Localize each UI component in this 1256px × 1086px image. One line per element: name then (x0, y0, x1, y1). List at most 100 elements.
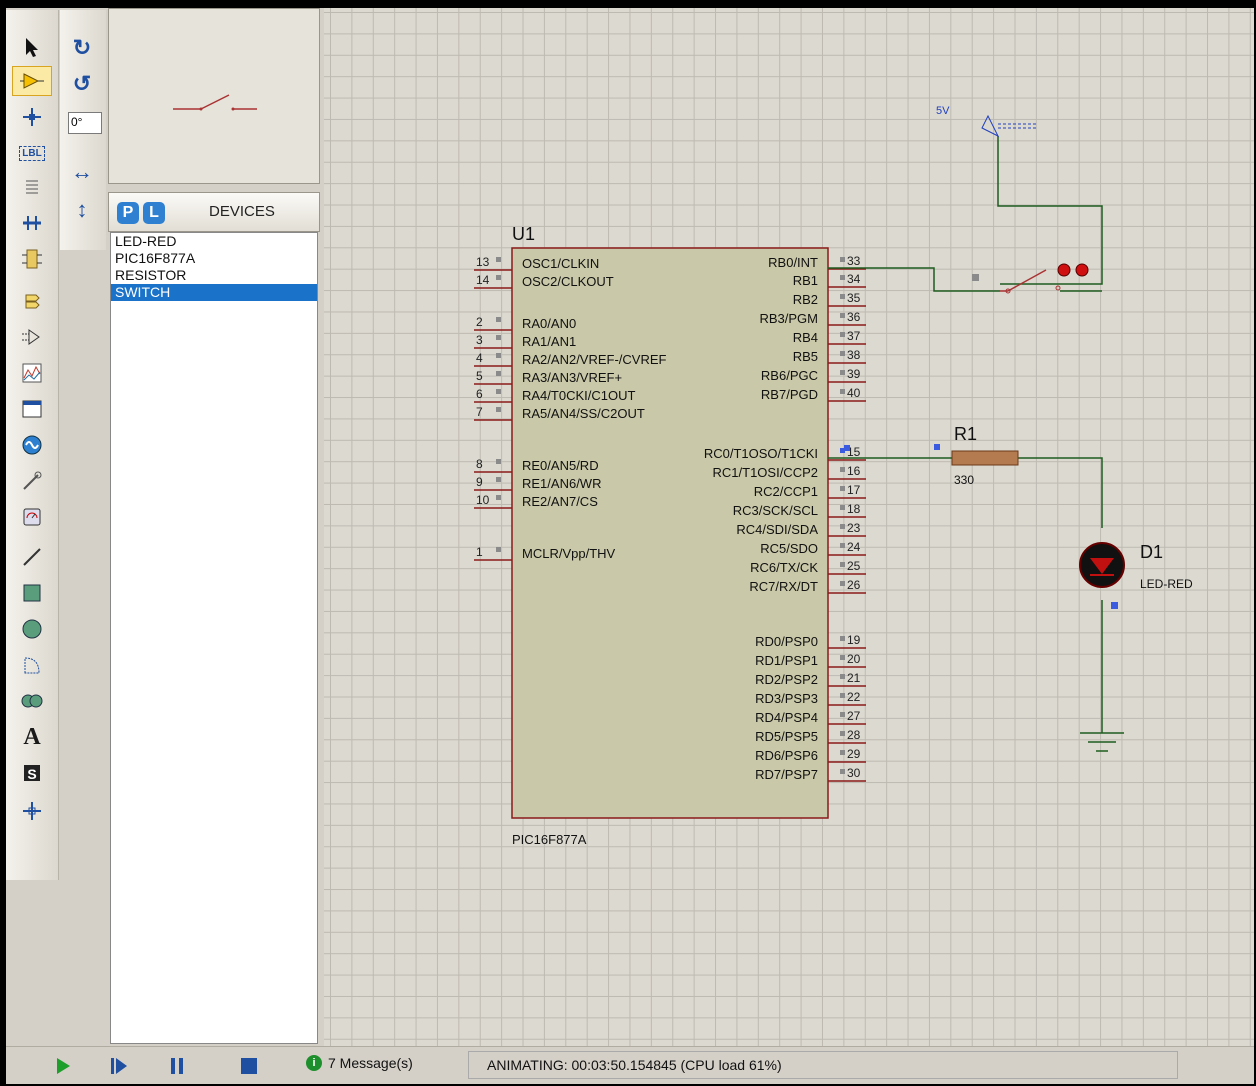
mcu-pin-right[interactable]: 24 RC5/SDO (760, 540, 866, 556)
mcu-pin-left[interactable]: 7 RA5/AN4/SS/C2OUT (474, 405, 645, 421)
mcu-pin-left[interactable]: 3 RA1/AN1 (474, 333, 576, 349)
mcu-pin-right[interactable]: 34 RB1 (793, 272, 866, 288)
mcu-pin-right[interactable]: 27 RD4/PSP4 (755, 709, 866, 725)
pick-devices-button[interactable]: P (117, 202, 139, 224)
circle-icon[interactable] (12, 614, 52, 644)
mcu-pin-right[interactable]: 17 RC2/CCP1 (754, 483, 866, 499)
mcu-pin-left[interactable]: 5 RA3/AN3/VREF+ (474, 369, 622, 385)
mcu-pin-right[interactable]: 21 RD2/PSP2 (755, 671, 866, 687)
mirror-vertical-icon[interactable]: ↕ (64, 194, 100, 226)
mcu-pin-left[interactable]: 13 OSC1/CLKIN (474, 255, 599, 271)
pin-name: RC6/TX/CK (750, 560, 818, 575)
rotate-anticlockwise-icon[interactable]: ↺ (64, 68, 100, 100)
component-icon[interactable] (12, 66, 52, 96)
mcu-pin-right[interactable]: 30 RD7/PSP7 (755, 766, 866, 782)
stop-button[interactable] (234, 1053, 264, 1079)
power-terminal[interactable]: 5V (936, 105, 1038, 138)
device-selector-header: P L DEVICES (108, 192, 320, 232)
messages-count: 7 Message(s) (328, 1055, 413, 1071)
led-d1[interactable]: D1 LED-RED (1079, 542, 1193, 609)
list-item[interactable]: LED-RED (111, 233, 317, 250)
orientation-toolbar: ↻ ↺ 0° ↔ ↕ (60, 10, 106, 250)
pin-name: RD2/PSP2 (755, 672, 818, 687)
pause-button[interactable] (162, 1053, 192, 1079)
virtual-instrument-icon[interactable] (12, 502, 52, 532)
mcu-pin-right[interactable]: 18 RC3/SCK/SCL (733, 502, 866, 518)
switch-component[interactable] (972, 263, 1102, 294)
mcu-pin-right[interactable]: 23 RC4/SDI/SDA (736, 521, 866, 537)
mcu-pin-right[interactable]: 25 RC6/TX/CK (750, 559, 866, 575)
mcu-pin-left[interactable]: 6 RA4/T0CKI/C1OUT (474, 387, 635, 403)
list-item[interactable]: SWITCH (111, 284, 317, 301)
mcu-pin-left[interactable]: 9 RE1/AN6/WR (474, 475, 601, 491)
mcu-pin-left[interactable]: 14 OSC2/CLKOUT (474, 273, 614, 289)
proteus-window: LBL A S ↻ ↺ 0° ↔ ↕ P L DEVICES LED-RED P… (6, 8, 1254, 1084)
tape-recorder-icon[interactable] (12, 394, 52, 424)
pin-number: 35 (847, 291, 861, 305)
pin-name: RC1/T1OSI/CCP2 (713, 465, 818, 480)
pin-number: 5 (476, 369, 483, 383)
box-icon[interactable] (12, 578, 52, 608)
pin-name: OSC2/CLKOUT (522, 274, 614, 289)
pin-name: RD3/PSP3 (755, 691, 818, 706)
pin-name: RA4/T0CKI/C1OUT (522, 388, 635, 403)
devices-list[interactable]: LED-RED PIC16F877A RESISTOR SWITCH (110, 232, 318, 1044)
pin-number: 23 (847, 521, 861, 535)
symbol-icon[interactable]: S (12, 758, 52, 788)
label-icon[interactable]: LBL (12, 138, 52, 168)
ground-symbol[interactable] (1080, 732, 1124, 752)
mcu-pin-left[interactable]: 10 RE2/AN7/CS (474, 493, 598, 509)
pin-name: RB3/PGM (759, 311, 818, 326)
play-button[interactable] (48, 1053, 78, 1079)
mcu-pin-right[interactable]: 35 RB2 (793, 291, 866, 307)
mcu-pin-right[interactable]: 28 RD5/PSP5 (755, 728, 866, 744)
voltage-probe-icon[interactable] (12, 466, 52, 496)
list-item[interactable]: RESISTOR (111, 267, 317, 284)
pin-icon[interactable] (12, 322, 52, 352)
list-item[interactable]: PIC16F877A (111, 250, 317, 267)
mcu-pin-left[interactable]: 2 RA0/AN0 (474, 315, 576, 331)
mcu-pin-right[interactable]: 29 RD6/PSP6 (755, 747, 866, 763)
text-script-icon[interactable] (12, 172, 52, 202)
selection-icon[interactable] (12, 32, 52, 62)
schematic-canvas[interactable]: U1 PIC16F877A 13 OSC1/CLKIN 14 OSC2/CLKOUT 2… (324, 8, 1254, 1046)
arc-icon[interactable] (12, 650, 52, 680)
mcu-pin-left[interactable]: 1 MCLR/Vpp/THV (474, 545, 616, 561)
subcircuit-icon[interactable] (12, 244, 52, 274)
mcu-pin-right[interactable]: 26 RC7/RX/DT (749, 578, 866, 594)
mcu-pin-left[interactable]: 4 RA2/AN2/VREF-/CVREF (474, 351, 667, 367)
line-icon[interactable] (12, 542, 52, 572)
pin-number: 26 (847, 578, 861, 592)
mcu-pin-right[interactable]: 20 RD1/PSP1 (755, 652, 866, 668)
step-button[interactable] (104, 1053, 134, 1079)
mirror-horizontal-icon[interactable]: ↔ (64, 156, 100, 188)
mcu-pin-right[interactable]: 37 RB4 (793, 329, 866, 345)
mcu-pin-right[interactable]: 22 RD3/PSP3 (755, 690, 866, 706)
terminal-icon[interactable] (12, 286, 52, 316)
mcu-pin-right[interactable]: 39 RB6/PGC (761, 367, 866, 383)
pin-number: 8 (476, 457, 483, 471)
mcu-pin-right[interactable]: 19 RD0/PSP0 (755, 633, 866, 649)
mcu-pin-left[interactable]: 8 RE0/AN5/RD (474, 457, 599, 473)
graph-icon[interactable] (12, 358, 52, 388)
pin-number: 19 (847, 633, 861, 647)
marker-icon[interactable] (12, 796, 52, 826)
buses-icon[interactable] (12, 208, 52, 238)
mcu-pin-right[interactable]: 36 RB3/PGM (759, 310, 866, 326)
rotate-clockwise-icon[interactable]: ↻ (64, 32, 100, 64)
mcu-pin-right[interactable]: 40 RB7/PGD (761, 386, 866, 402)
text-icon[interactable]: A (12, 722, 52, 752)
pin-name: RD7/PSP7 (755, 767, 818, 782)
path-icon[interactable] (12, 686, 52, 716)
mcu-pin-right[interactable]: 16 RC1/T1OSI/CCP2 (713, 464, 866, 480)
pin-marker (844, 445, 850, 451)
generator-icon[interactable] (12, 430, 52, 460)
mcu-pin-right[interactable]: 38 RB5 (793, 348, 866, 364)
messages-indicator[interactable]: i 7 Message(s) (306, 1055, 413, 1071)
pin-name: RC5/SDO (760, 541, 818, 556)
junction-icon[interactable] (12, 102, 52, 132)
rotation-angle-input[interactable]: 0° (68, 112, 102, 134)
library-manager-button[interactable]: L (143, 202, 165, 224)
resistor-r1[interactable]: R1 330 (934, 424, 1019, 487)
pin-name: RE1/AN6/WR (522, 476, 601, 491)
